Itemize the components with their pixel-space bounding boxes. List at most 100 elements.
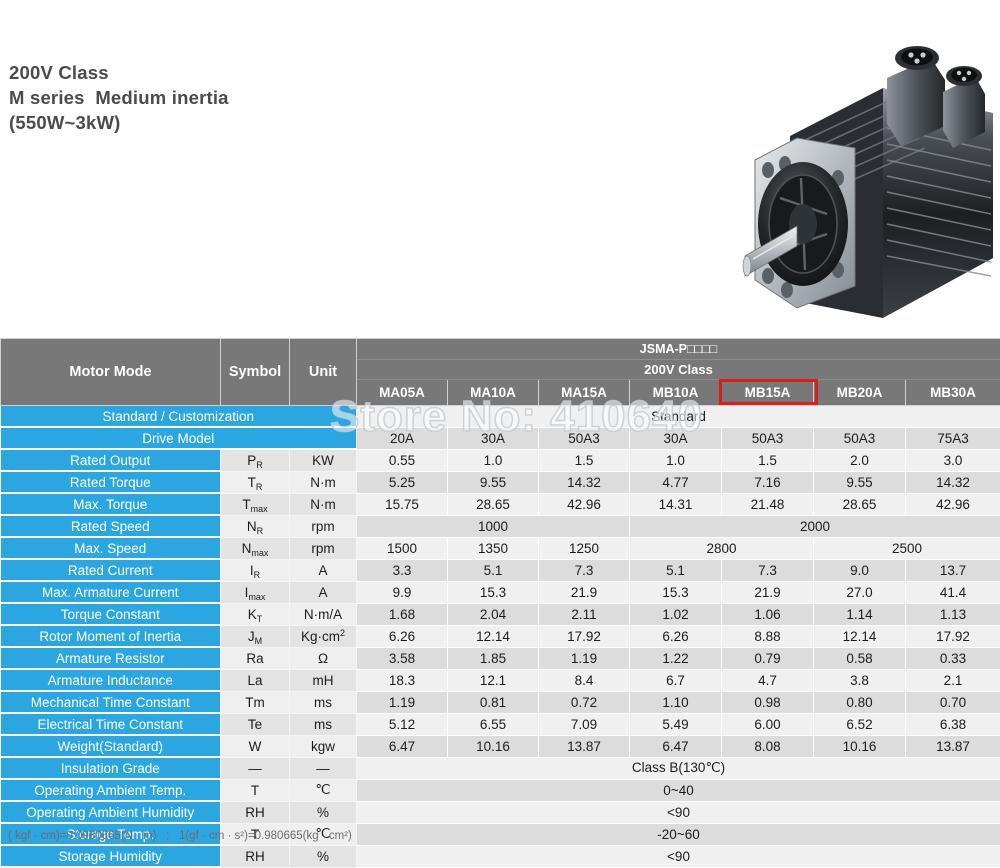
table-row: Mechanical Time ConstantTmms1.190.810.72… xyxy=(1,691,1000,713)
row-value-mechanical-time-constant-ma15a: 0.72 xyxy=(539,691,630,713)
row-value-electrical-time-constant-mb30a: 6.38 xyxy=(906,713,1000,735)
row-value-rotor-moment-of-inertia-mb10a: 6.26 xyxy=(630,625,722,647)
row-label-standard-customization: Standard / Customization xyxy=(1,406,357,428)
row-label-electrical-time-constant: Electrical Time Constant xyxy=(1,713,221,735)
row-value-max-armature-current-mb10a: 15.3 xyxy=(630,581,722,603)
table-row: Rated SpeedNRrpm10002000 xyxy=(1,515,1000,537)
table-row: Rated TorqueTRN·m5.259.5514.324.777.169.… xyxy=(1,471,1000,493)
row-value-torque-constant-ma10a: 2.04 xyxy=(448,603,539,625)
table-row: Operating Ambient HumidityRH%<90 xyxy=(1,801,1000,823)
header-model-mb30a[interactable]: MB30A xyxy=(906,380,1000,406)
row-value-armature-inductance-mb20a: 3.8 xyxy=(814,669,906,691)
row-value-rated-torque-ma15a: 14.32 xyxy=(539,471,630,493)
row-label-max-torque: Max. Torque xyxy=(1,493,221,515)
row-value-rated-torque-mb20a: 9.55 xyxy=(814,471,906,493)
row-value-rated-current-mb10a: 5.1 xyxy=(630,559,722,581)
row-value-max-speed-4: 2500 xyxy=(814,537,1000,559)
row-label-weight-standard: Weight(Standard) xyxy=(1,735,221,757)
row-value-torque-constant-mb30a: 1.13 xyxy=(906,603,1000,625)
row-value-rated-current-mb30a: 13.7 xyxy=(906,559,1000,581)
header-model-ma05a[interactable]: MA05A xyxy=(357,380,448,406)
header-model-mb10a[interactable]: MB10A xyxy=(630,380,722,406)
row-value-armature-inductance-mb15a: 4.7 xyxy=(722,669,814,691)
table-row: Electrical Time ConstantTems5.126.557.09… xyxy=(1,713,1000,735)
row-symbol-rated-output: PR xyxy=(221,449,290,471)
header-model-ma10a[interactable]: MA10A xyxy=(448,380,539,406)
row-value-rotor-moment-of-inertia-mb30a: 17.92 xyxy=(906,625,1000,647)
row-value-rated-torque-mb10a: 4.77 xyxy=(630,471,722,493)
row-value-rated-output-mb15a: 1.5 xyxy=(722,449,814,471)
row-label-torque-constant: Torque Constant xyxy=(1,603,221,625)
row-value-rotor-moment-of-inertia-ma05a: 6.26 xyxy=(357,625,448,647)
row-value-torque-constant-mb10a: 1.02 xyxy=(630,603,722,625)
ac-servo-motor-photo xyxy=(735,18,1000,323)
header-voltage-class: 200V Class xyxy=(357,360,1000,380)
row-symbol-max-torque: Tmax xyxy=(221,493,290,515)
row-value-armature-resistor-mb10a: 1.22 xyxy=(630,647,722,669)
row-value-mechanical-time-constant-mb30a: 0.70 xyxy=(906,691,1000,713)
table-row: Storage HumidityRH%<90 xyxy=(1,845,1000,867)
row-value-max-torque-ma10a: 28.65 xyxy=(448,493,539,515)
row-value-electrical-time-constant-mb20a: 6.52 xyxy=(814,713,906,735)
row-symbol-operating-ambient-temp: T xyxy=(221,779,290,801)
table-row: Max. TorqueTmaxN·m15.7528.6542.9614.3121… xyxy=(1,493,1000,515)
row-symbol-max-armature-current: Imax xyxy=(221,581,290,603)
drive-model-mb20a: 50A3 xyxy=(814,427,906,449)
row-value-max-speed-3: 2800 xyxy=(630,537,814,559)
row-value-electrical-time-constant-ma10a: 6.55 xyxy=(448,713,539,735)
row-symbol-armature-inductance: La xyxy=(221,669,290,691)
row-value-max-torque-mb10a: 14.31 xyxy=(630,493,722,515)
row-value-rated-output-ma05a: 0.55 xyxy=(357,449,448,471)
row-value-rotor-moment-of-inertia-mb20a: 12.14 xyxy=(814,625,906,647)
row-value-rated-output-ma15a: 1.5 xyxy=(539,449,630,471)
row-unit-rated-current: A xyxy=(290,559,357,581)
row-value-rated-torque-mb30a: 14.32 xyxy=(906,471,1000,493)
row-label-rated-output: Rated Output xyxy=(1,449,221,471)
row-unit-weight-standard: kgw xyxy=(290,735,357,757)
header-series-code: JSMA-P□□□□ xyxy=(357,339,1000,360)
header-model-ma15a[interactable]: MA15A xyxy=(539,380,630,406)
row-value-mechanical-time-constant-mb10a: 1.10 xyxy=(630,691,722,713)
row-value-electrical-time-constant-ma15a: 7.09 xyxy=(539,713,630,735)
row-value-electrical-time-constant-mb10a: 5.49 xyxy=(630,713,722,735)
row-value-armature-resistor-mb15a: 0.79 xyxy=(722,647,814,669)
row-symbol-insulation-grade: — xyxy=(221,757,290,779)
row-value-armature-resistor-ma15a: 1.19 xyxy=(539,647,630,669)
row-label-rated-speed: Rated Speed xyxy=(1,515,221,537)
row-label-armature-inductance: Armature Inductance xyxy=(1,669,221,691)
table-row: Torque ConstantKTN·m/A1.682.042.111.021.… xyxy=(1,603,1000,625)
row-value-rated-torque-ma10a: 9.55 xyxy=(448,471,539,493)
table-row: Armature ResistorRaΩ3.581.851.191.220.79… xyxy=(1,647,1000,669)
row-value-torque-constant-ma15a: 2.11 xyxy=(539,603,630,625)
row-value-torque-constant-mb15a: 1.06 xyxy=(722,603,814,625)
row-value-torque-constant-mb20a: 1.14 xyxy=(814,603,906,625)
row-value-weight-standard-ma05a: 6.47 xyxy=(357,735,448,757)
row-unit-armature-inductance: mH xyxy=(290,669,357,691)
row-symbol-rated-current: IR xyxy=(221,559,290,581)
row-unit-armature-resistor: Ω xyxy=(290,647,357,669)
row-value-weight-standard-ma10a: 10.16 xyxy=(448,735,539,757)
drive-model-ma15a: 50A3 xyxy=(539,427,630,449)
drive-model-mb30a: 75A3 xyxy=(906,427,1000,449)
row-value-rated-current-ma10a: 5.1 xyxy=(448,559,539,581)
row-value-armature-inductance-ma05a: 18.3 xyxy=(357,669,448,691)
row-value-weight-standard-mb15a: 8.08 xyxy=(722,735,814,757)
header-model-mb20a[interactable]: MB20A xyxy=(814,380,906,406)
row-value-weight-standard-mb30a: 13.87 xyxy=(906,735,1000,757)
row-value-electrical-time-constant-mb15a: 6.00 xyxy=(722,713,814,735)
drive-model-ma10a: 30A xyxy=(448,427,539,449)
title-line-3: (550W~3kW) xyxy=(9,110,429,135)
row-unit-max-torque: N·m xyxy=(290,493,357,515)
row-value-max-torque-ma05a: 15.75 xyxy=(357,493,448,515)
header-model-mb15a[interactable]: MB15A xyxy=(722,380,814,406)
row-value-max-speed-1: 1350 xyxy=(448,537,539,559)
row-value-operating-ambient-humidity-0: <90 xyxy=(357,801,1000,823)
row-value-rated-output-mb30a: 3.0 xyxy=(906,449,1000,471)
row-value-armature-inductance-mb30a: 2.1 xyxy=(906,669,1000,691)
row-label-mechanical-time-constant: Mechanical Time Constant xyxy=(1,691,221,713)
row-value-rotor-moment-of-inertia-ma10a: 12.14 xyxy=(448,625,539,647)
row-unit-operating-ambient-humidity: % xyxy=(290,801,357,823)
row-value-max-torque-mb15a: 21.48 xyxy=(722,493,814,515)
row-value-max-speed-0: 1500 xyxy=(357,537,448,559)
row-value-mechanical-time-constant-mb20a: 0.80 xyxy=(814,691,906,713)
